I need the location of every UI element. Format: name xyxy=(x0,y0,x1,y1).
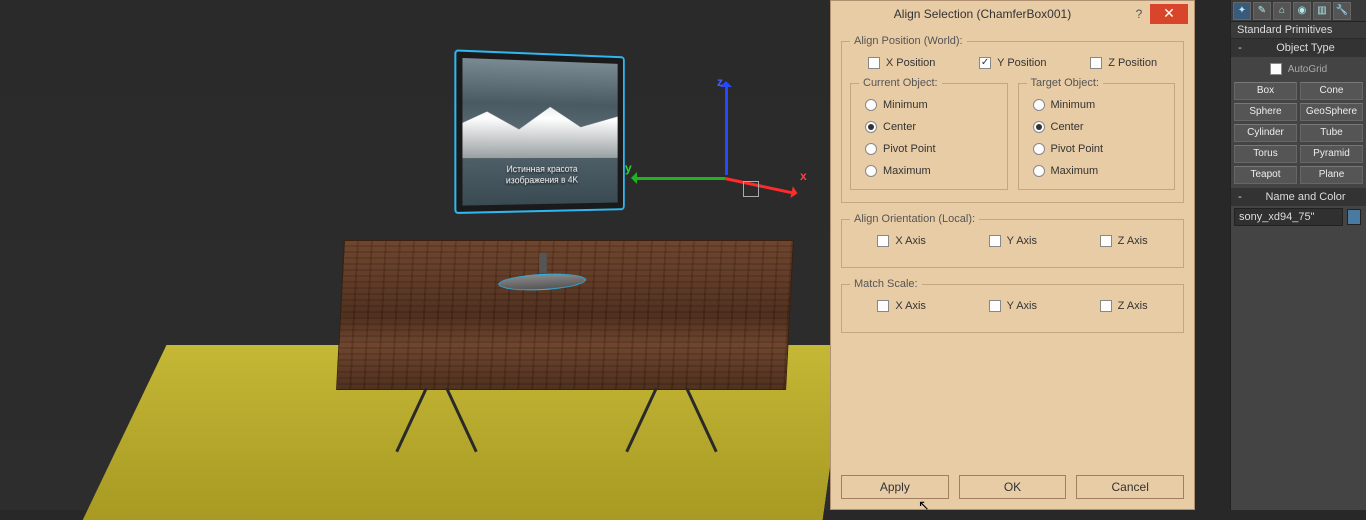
primitive-geosphere-button[interactable]: GeoSphere xyxy=(1300,103,1363,121)
axis-label-y: y xyxy=(625,161,632,175)
target-radio-center[interactable]: Center xyxy=(1033,121,1167,133)
align-orientation-legend: Align Orientation (Local): xyxy=(850,213,979,225)
current-radio-center[interactable]: Center xyxy=(865,121,999,133)
collapse-icon: - xyxy=(1235,42,1245,54)
axis-label-x: x xyxy=(800,169,807,183)
dialog-titlebar[interactable]: Align Selection (ChamferBox001) ? ✕ xyxy=(831,1,1194,27)
color-swatch[interactable] xyxy=(1347,209,1361,225)
y-position-checkbox[interactable]: Y Position xyxy=(979,57,1046,69)
close-button[interactable]: ✕ xyxy=(1150,4,1188,24)
primitive-sphere-button[interactable]: Sphere xyxy=(1234,103,1297,121)
collapse-icon: - xyxy=(1235,191,1245,203)
apply-button[interactable]: Apply xyxy=(841,475,949,499)
modify-tab-icon[interactable]: ✎ xyxy=(1253,2,1271,20)
primitive-teapot-button[interactable]: Teapot xyxy=(1234,166,1297,184)
current-object-legend: Current Object: xyxy=(859,77,942,89)
primitive-cone-button[interactable]: Cone xyxy=(1300,82,1363,100)
scale-z-checkbox[interactable]: Z Axis xyxy=(1100,300,1148,312)
match-scale-group: Match Scale: X Axis Y Axis Z Axis xyxy=(841,278,1184,333)
primitive-torus-button[interactable]: Torus xyxy=(1234,145,1297,163)
object-type-header: Object Type xyxy=(1249,42,1362,54)
z-position-checkbox[interactable]: Z Position xyxy=(1090,57,1157,69)
target-object-legend: Target Object: xyxy=(1027,77,1103,89)
name-color-rollout[interactable]: - Name and Color xyxy=(1231,188,1366,206)
viewport-3d[interactable]: Истинная красота изображения в 4K z y x xyxy=(0,0,830,510)
tv-text-2: изображения в 4K xyxy=(462,175,617,187)
current-object-group: Current Object: Minimum Center Pivot Point… xyxy=(850,77,1008,190)
primitive-buttons: BoxConeSphereGeoSphereCylinderTubeTorusP… xyxy=(1234,82,1363,184)
utilities-tab-icon[interactable]: 🔧 xyxy=(1333,2,1351,20)
panel-tabs: ✦ ✎ ⌂ ◉ ▥ 🔧 xyxy=(1231,0,1366,22)
primitive-tube-button[interactable]: Tube xyxy=(1300,124,1363,142)
tv-screen: Истинная красота изображения в 4K xyxy=(456,52,623,212)
object-type-rollout[interactable]: - Object Type xyxy=(1231,39,1366,57)
align-orientation-group: Align Orientation (Local): X Axis Y Axis… xyxy=(841,213,1184,268)
primitive-cylinder-button[interactable]: Cylinder xyxy=(1234,124,1297,142)
tv-stand xyxy=(499,255,585,291)
orientation-z-checkbox[interactable]: Z Axis xyxy=(1100,235,1148,247)
axis-y[interactable] xyxy=(635,177,725,180)
create-tab-icon[interactable]: ✦ xyxy=(1233,2,1251,20)
autogrid-checkbox[interactable] xyxy=(1270,63,1282,75)
scale-x-checkbox[interactable]: X Axis xyxy=(877,300,926,312)
command-panel: ✦ ✎ ⌂ ◉ ▥ 🔧 Standard Primitives - Object… xyxy=(1230,0,1366,510)
scale-y-checkbox[interactable]: Y Axis xyxy=(989,300,1037,312)
name-color-header: Name and Color xyxy=(1249,191,1362,203)
target-radio-pivot-point[interactable]: Pivot Point xyxy=(1033,143,1167,155)
primitive-plane-button[interactable]: Plane xyxy=(1300,166,1363,184)
match-scale-legend: Match Scale: xyxy=(850,278,922,290)
current-radio-pivot-point[interactable]: Pivot Point xyxy=(865,143,999,155)
current-radio-maximum[interactable]: Maximum xyxy=(865,165,999,177)
ok-button[interactable]: OK xyxy=(959,475,1067,499)
hierarchy-tab-icon[interactable]: ⌂ xyxy=(1273,2,1291,20)
primitive-box-button[interactable]: Box xyxy=(1234,82,1297,100)
axis-z[interactable] xyxy=(725,85,728,175)
cancel-button[interactable]: Cancel xyxy=(1076,475,1184,499)
target-radio-minimum[interactable]: Minimum xyxy=(1033,99,1167,111)
help-button[interactable]: ? xyxy=(1128,4,1150,24)
display-tab-icon[interactable]: ▥ xyxy=(1313,2,1331,20)
current-radio-minimum[interactable]: Minimum xyxy=(865,99,999,111)
target-radio-maximum[interactable]: Maximum xyxy=(1033,165,1167,177)
object-name-input[interactable] xyxy=(1234,208,1343,226)
dialog-title: Align Selection (ChamferBox001) xyxy=(837,7,1128,21)
autogrid-label: AutoGrid xyxy=(1288,64,1327,75)
axis-x[interactable] xyxy=(725,177,794,194)
align-position-group: Align Position (World): X Position Y Pos… xyxy=(841,35,1184,203)
motion-tab-icon[interactable]: ◉ xyxy=(1293,2,1311,20)
scene-tv[interactable]: Истинная красота изображения в 4K xyxy=(456,52,623,259)
orientation-y-checkbox[interactable]: Y Axis xyxy=(989,235,1037,247)
x-position-checkbox[interactable]: X Position xyxy=(868,57,936,69)
align-position-legend: Align Position (World): xyxy=(850,35,967,47)
align-selection-dialog: Align Selection (ChamferBox001) ? ✕ Alig… xyxy=(830,0,1195,510)
gizmo-plane-handle[interactable] xyxy=(743,181,759,197)
orientation-x-checkbox[interactable]: X Axis xyxy=(877,235,926,247)
category-dropdown[interactable]: Standard Primitives xyxy=(1231,22,1366,39)
move-gizmo[interactable]: z y x xyxy=(695,85,815,205)
primitive-pyramid-button[interactable]: Pyramid xyxy=(1300,145,1363,163)
axis-label-z: z xyxy=(717,75,723,89)
target-object-group: Target Object: Minimum Center Pivot Point M… xyxy=(1018,77,1176,190)
